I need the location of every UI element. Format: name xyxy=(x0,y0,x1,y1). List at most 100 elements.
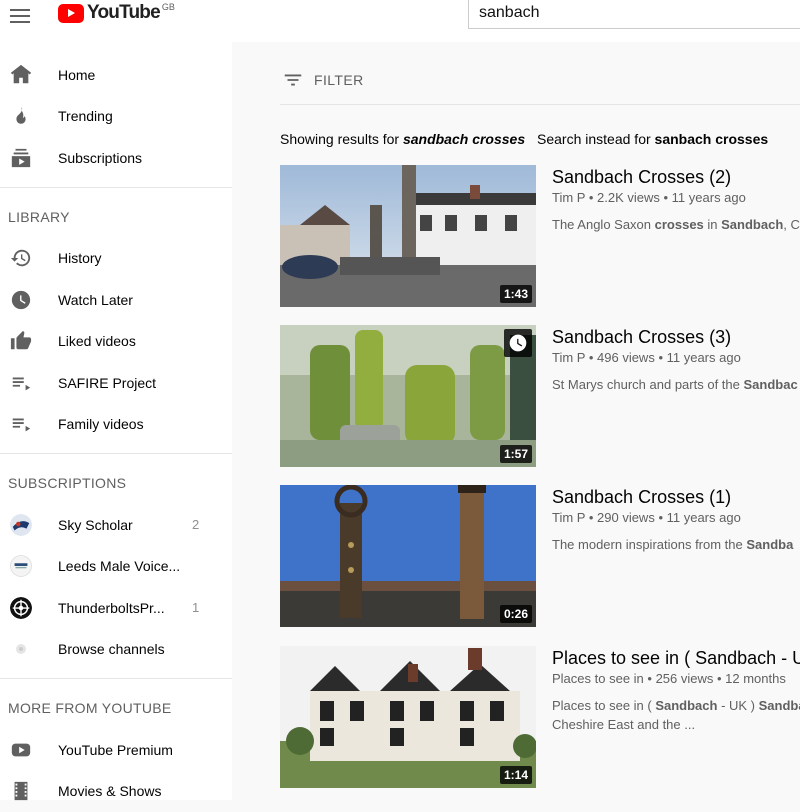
video-result[interactable]: 1:14 Places to see in ( Sandbach - U Pla… xyxy=(280,646,800,788)
filter-button[interactable]: FILTER xyxy=(282,69,364,91)
sidebar-item-label: Subscriptions xyxy=(58,150,232,166)
sidebar-item-history[interactable]: History xyxy=(0,238,232,280)
sidebar-item-watch-later[interactable]: Watch Later xyxy=(0,279,232,321)
library-heading: LIBRARY xyxy=(0,196,232,238)
instead-prefix: Search instead for xyxy=(537,131,651,147)
subscriptions-heading: SUBSCRIPTIONS xyxy=(0,462,232,504)
video-title[interactable]: Sandbach Crosses (1) xyxy=(552,485,800,509)
sidebar-item-label: Movies & Shows xyxy=(58,783,232,799)
guide-menu-button[interactable] xyxy=(10,4,34,28)
original-query-link[interactable]: sanbach crosses xyxy=(655,131,769,147)
sidebar-item-label: YouTube Premium xyxy=(58,742,232,758)
channel-avatar xyxy=(0,514,58,536)
browse-channels-icon xyxy=(0,644,58,654)
menu-line xyxy=(10,15,30,17)
video-duration: 1:57 xyxy=(500,445,532,463)
video-info: Places to see in ( Sandbach - U Places t… xyxy=(552,646,800,734)
upload-age: 12 months xyxy=(725,671,786,686)
sidebar-item-label: Family videos xyxy=(58,416,232,432)
channel-avatar xyxy=(0,555,58,577)
divider xyxy=(0,187,232,188)
masthead: YouTube GB sanbach xyxy=(0,0,800,42)
channel-name[interactable]: Tim P xyxy=(552,510,585,525)
video-duration: 1:14 xyxy=(500,766,532,784)
channel-name[interactable]: Places to see in xyxy=(552,671,644,686)
sidebar-item-label: SAFIRE Project xyxy=(58,375,232,391)
thumbs-up-icon xyxy=(0,330,58,352)
filter-icon xyxy=(282,69,304,91)
corrected-query-link[interactable]: sandbach crosses xyxy=(403,131,525,147)
video-thumbnail[interactable]: 1:43 xyxy=(280,165,536,307)
sidebar-item-trending[interactable]: Trending xyxy=(0,96,232,138)
view-count: 290 views xyxy=(597,510,655,525)
sidebar-item-label: Home xyxy=(58,67,232,83)
film-icon xyxy=(0,780,58,802)
playlist-icon xyxy=(0,413,58,435)
sidebar-item-subscriptions[interactable]: Subscriptions xyxy=(0,137,232,179)
sidebar-item-home[interactable]: Home xyxy=(0,54,232,96)
video-metadata: Tim P • 496 views • 11 years ago xyxy=(552,349,800,367)
video-result[interactable]: 0:26 Sandbach Crosses (1) Tim P • 290 vi… xyxy=(280,485,800,627)
video-metadata: Places to see in • 256 views • 12 months xyxy=(552,670,800,688)
subscription-thunderbolts[interactable]: ThunderboltsPr... 1 xyxy=(0,587,232,629)
divider xyxy=(280,104,800,105)
new-videos-count: 1 xyxy=(192,600,232,615)
video-result[interactable]: 1:43 Sandbach Crosses (2) Tim P • 2.2K v… xyxy=(280,165,800,307)
search-input[interactable]: sanbach xyxy=(468,0,800,29)
video-title[interactable]: Sandbach Crosses (3) xyxy=(552,325,800,349)
filter-label: FILTER xyxy=(314,72,364,88)
video-title[interactable]: Places to see in ( Sandbach - U xyxy=(552,646,800,670)
subscriptions-icon xyxy=(0,147,58,169)
channel-avatar xyxy=(0,597,58,619)
trending-icon xyxy=(0,105,58,127)
subscription-label: ThunderboltsPr... xyxy=(58,600,192,616)
video-thumbnail[interactable]: 1:57 xyxy=(280,325,536,467)
video-metadata: Tim P • 290 views • 11 years ago xyxy=(552,509,800,527)
view-count: 2.2K views xyxy=(597,190,660,205)
more-from-youtube-heading: MORE FROM YOUTUBE xyxy=(0,687,232,729)
home-icon xyxy=(0,64,58,86)
sidebar-item-safire-project[interactable]: SAFIRE Project xyxy=(0,362,232,404)
upload-age: 11 years ago xyxy=(672,190,746,205)
channel-name[interactable]: Tim P xyxy=(552,190,585,205)
video-info: Sandbach Crosses (1) Tim P • 290 views •… xyxy=(552,485,800,554)
spelling-correction: Showing results for sandbach crosses Sea… xyxy=(280,131,768,147)
sidebar-item-family-videos[interactable]: Family videos xyxy=(0,404,232,446)
subscription-sky-scholar[interactable]: Sky Scholar 2 xyxy=(0,504,232,546)
sidebar-item-label: Browse channels xyxy=(58,641,232,657)
clock-icon xyxy=(0,289,58,311)
video-info: Sandbach Crosses (2) Tim P • 2.2K views … xyxy=(552,165,800,234)
channel-name[interactable]: Tim P xyxy=(552,350,585,365)
video-title[interactable]: Sandbach Crosses (2) xyxy=(552,165,800,189)
clock-icon xyxy=(508,333,528,353)
sidebar-item-browse-channels[interactable]: Browse channels xyxy=(0,629,232,671)
sidebar-item-movies-shows[interactable]: Movies & Shows xyxy=(0,771,232,812)
search-results: FILTER Showing results for sandbach cros… xyxy=(232,42,800,800)
watch-later-button[interactable] xyxy=(504,329,532,357)
video-duration: 1:43 xyxy=(500,285,532,303)
sidebar-item-liked-videos[interactable]: Liked videos xyxy=(0,321,232,363)
sidebar-item-label: History xyxy=(58,250,232,266)
sidebar-item-label: Liked videos xyxy=(58,333,232,349)
video-duration: 0:26 xyxy=(500,605,532,623)
sidebar: Home Trending Subscriptions LIBRARY Hist… xyxy=(0,42,232,800)
sidebar-item-label: Watch Later xyxy=(58,292,232,308)
upload-age: 11 years ago xyxy=(667,350,741,365)
sidebar-item-label: Trending xyxy=(58,108,232,124)
youtube-logo[interactable]: YouTube GB xyxy=(58,2,175,24)
new-videos-count: 2 xyxy=(192,517,232,532)
logo-text: YouTube xyxy=(87,2,160,24)
sidebar-item-youtube-premium[interactable]: YouTube Premium xyxy=(0,729,232,771)
view-count: 496 views xyxy=(597,350,655,365)
video-thumbnail[interactable]: 0:26 xyxy=(280,485,536,627)
video-result[interactable]: 1:57 Sandbach Crosses (3) Tim P • 496 vi… xyxy=(280,325,800,467)
view-count: 256 views xyxy=(656,671,714,686)
menu-line xyxy=(10,9,30,11)
youtube-icon xyxy=(0,739,58,761)
playlist-icon xyxy=(0,372,58,394)
subscription-leeds-male-voice[interactable]: Leeds Male Voice... xyxy=(0,546,232,588)
video-description: Places to see in ( Sandbach - UK ) Sandb… xyxy=(552,696,800,734)
subscription-label: Sky Scholar xyxy=(58,517,192,533)
video-thumbnail[interactable]: 1:14 xyxy=(280,646,536,788)
divider xyxy=(0,453,232,454)
